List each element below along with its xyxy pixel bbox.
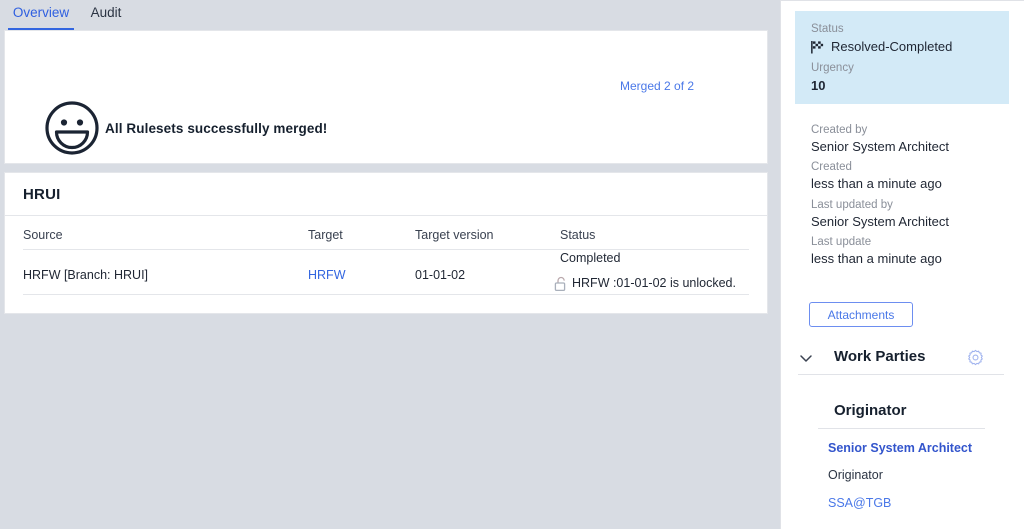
- status-summary-box: Status Resolved-Completed Urgency 10: [795, 11, 1009, 104]
- ruleset-table-card: HRUI Source Target Target version Status…: [4, 172, 768, 314]
- merge-success-message: All Rulesets successfully merged!: [105, 121, 328, 136]
- originator-divider: [818, 428, 985, 429]
- card-header-divider: [5, 215, 767, 216]
- merge-status-card: All Rulesets successfully merged!: [4, 30, 768, 164]
- table-header-divider: [23, 249, 749, 250]
- last-updated-by-value: Senior System Architect: [811, 214, 949, 229]
- attachments-button[interactable]: Attachments: [809, 302, 913, 327]
- created-by-value: Senior System Architect: [811, 139, 949, 154]
- main-content-area: Overview Audit All Rulesets successfully…: [0, 0, 772, 529]
- work-parties-section-header[interactable]: Work Parties: [798, 344, 1004, 372]
- cell-source: HRFW [Branch: HRUI]: [23, 268, 149, 282]
- created-by-label: Created by: [811, 124, 868, 136]
- originator-name-link[interactable]: Senior System Architect: [828, 441, 972, 455]
- urgency-label: Urgency: [811, 62, 854, 74]
- cell-target-link[interactable]: HRFW: [308, 268, 346, 282]
- created-label: Created: [811, 161, 852, 173]
- last-update-value: less than a minute ago: [811, 251, 942, 266]
- status-label: Status: [811, 23, 844, 35]
- gear-icon[interactable]: [967, 349, 984, 366]
- last-updated-by-label: Last updated by: [811, 199, 893, 211]
- column-header-target-version: Target version: [415, 228, 494, 242]
- column-header-target: Target: [308, 228, 343, 242]
- unlock-status-text: HRFW :01-01-02 is unlocked.: [572, 276, 736, 290]
- ruleset-card-title: HRUI: [23, 186, 61, 203]
- originator-role: Originator: [828, 468, 883, 482]
- chevron-down-icon[interactable]: [798, 350, 814, 366]
- column-header-status: Status: [560, 228, 596, 242]
- merged-count-link[interactable]: Merged 2 of 2: [620, 79, 694, 93]
- smiley-face-icon: [43, 99, 101, 157]
- table-row-divider: [23, 294, 749, 295]
- column-header-source: Source: [23, 228, 63, 242]
- work-parties-label: Work Parties: [834, 348, 926, 365]
- checkered-flag-icon: [810, 39, 826, 55]
- urgency-value: 10: [811, 78, 826, 93]
- created-value: less than a minute ago: [811, 176, 942, 191]
- tab-overview[interactable]: Overview: [8, 0, 74, 30]
- status-value: Resolved-Completed: [831, 39, 953, 54]
- originator-email-link[interactable]: SSA@TGB: [828, 496, 891, 510]
- tab-audit[interactable]: Audit: [84, 0, 128, 28]
- cell-status-text: Completed: [560, 251, 621, 265]
- unlock-icon: [554, 276, 568, 292]
- tab-strip: Overview Audit: [0, 0, 772, 30]
- originator-section-title: Originator: [834, 402, 907, 419]
- work-parties-divider: [798, 374, 1004, 375]
- last-update-label: Last update: [811, 236, 872, 248]
- cell-target-version: 01-01-02: [415, 268, 466, 282]
